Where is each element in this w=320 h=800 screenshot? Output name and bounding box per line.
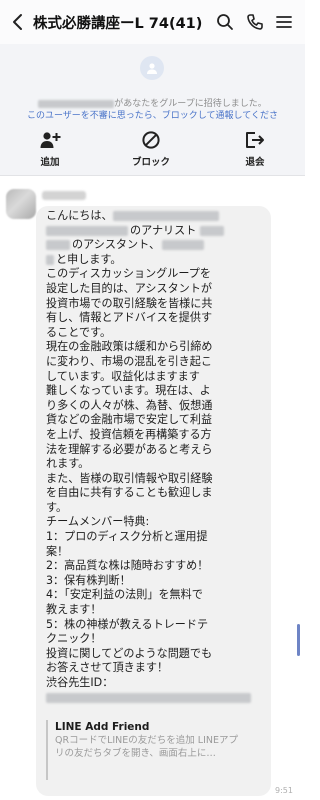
message-line: こんにちは、 [46, 209, 264, 224]
phone-icon [247, 14, 263, 30]
message-line: 1：プロのディスク分析と運用提 [46, 530, 208, 544]
add-friend-button[interactable]: 追加 [15, 129, 85, 173]
sender-name-redacted [42, 191, 86, 200]
message-text: こんにちは、 のアナリスト のアシスタント、 と申します。 このディスカッション… [46, 209, 264, 705]
inviter-avatar [140, 56, 164, 80]
menu-button[interactable] [272, 0, 296, 44]
call-button[interactable] [243, 0, 267, 44]
message-line: に変わり、市場の混乱を引き起こ [46, 354, 212, 368]
message-bubble[interactable]: こんにちは、 のアナリスト のアシスタント、 と申します。 このディスカッション… [36, 206, 271, 796]
message-line: り多くの人々が株、為替、仮想通 [46, 398, 213, 412]
message-line: クニック！ [46, 632, 102, 646]
message-line: す。 [46, 500, 68, 514]
message-line: 渋谷先生ID： [46, 676, 114, 689]
menu-icon [276, 16, 292, 28]
message-line: 貨などの金融市場で安定して利益 [46, 413, 213, 427]
sender-avatar[interactable] [6, 189, 36, 219]
message-line: 4：「安定利益の法則」を無料で [46, 588, 203, 602]
message-line: チームメンバー特典: [46, 515, 150, 529]
redacted-name [38, 99, 115, 108]
message-line: 法を理解する必要があると考えら [46, 442, 213, 456]
message-line: また、皆様の取引情報や取引経験 [46, 471, 213, 485]
message-line: 案！ [46, 544, 69, 558]
message-line: 教えます！ [46, 603, 102, 617]
chevron-left-icon [13, 14, 22, 30]
add-user-icon [40, 132, 61, 148]
link-preview-card[interactable]: LINE Add Friend QRコードでLINEの友だちを追加 LINEアプ… [46, 720, 262, 780]
message-line: 設定した目的は、アシスタントが [46, 281, 212, 295]
link-preview-title: LINE Add Friend [55, 721, 150, 733]
report-link[interactable]: このユーザーを不審に思ったら、ブロックして通報してくださ [0, 108, 305, 121]
leave-icon [246, 132, 264, 148]
search-button[interactable] [213, 0, 237, 44]
message-line: ることです。 [46, 325, 112, 339]
search-icon [217, 14, 233, 30]
message-line: 現在の金融政策は緩和から引締め [46, 340, 213, 354]
redacted-id [46, 691, 264, 706]
message-line: と申します。 [46, 253, 264, 268]
add-label: 追加 [40, 157, 60, 168]
scrollbar-thumb[interactable] [297, 624, 300, 656]
line-chat-screen: 株式必勝講座ーL 74(41) があなたをグループに招待しました。 このユーザー… [0, 0, 305, 800]
chat-area[interactable]: こんにちは、 のアナリスト のアシスタント、 と申します。 このディスカッション… [0, 176, 305, 800]
block-button[interactable]: ブロック [116, 129, 186, 173]
invite-actions: 追加 ブロック 退会 [0, 123, 305, 176]
message-line: を上げ、投資信頼を再構築する方 [46, 427, 212, 441]
message-line: しています。収益化はますます [46, 369, 200, 383]
message-line: 3：保有株判断！ [46, 573, 131, 587]
message-line: このディスカッショングループを [46, 267, 211, 281]
message-line: 投資に関してどのような問題でも [46, 646, 213, 660]
back-button[interactable] [3, 0, 33, 44]
leave-button[interactable]: 退会 [220, 129, 290, 173]
message-line: のアシスタント、 [46, 238, 264, 253]
message-line: 5：株の神様が教えるトレードテ [46, 617, 209, 631]
leave-label: 退会 [245, 157, 265, 168]
block-icon [142, 131, 160, 149]
block-label: ブロック [131, 157, 170, 168]
user-icon [147, 63, 157, 74]
chat-header: 株式必勝講座ーL 74(41) [0, 0, 305, 44]
message-time: 9:51 [275, 786, 293, 795]
message-line: お答えさせて頂きます！ [46, 661, 169, 675]
invite-notice: があなたをグループに招待しました。 このユーザーを不審に思ったら、ブロックして通… [0, 44, 305, 123]
message-line: 有し、情報とアドバイスを提供す [46, 311, 213, 325]
message-line: を自由に共有することも歓迎しま [46, 486, 213, 500]
message-line: 難しくなっています。現在は、よ [46, 384, 211, 398]
message-line: 2：高品質な株は随時おすすめ！ [46, 559, 209, 573]
message-line: のアナリスト [46, 224, 264, 239]
link-preview-desc: QRコードでLINEの友だちを追加 LINEアプ [55, 735, 239, 746]
link-preview-desc: リの友だちタブを開き、画面右上に… [55, 748, 216, 759]
message-line: 投資市場での取引経験を皆様に共 [46, 296, 213, 310]
message-line: れます。 [46, 457, 90, 471]
